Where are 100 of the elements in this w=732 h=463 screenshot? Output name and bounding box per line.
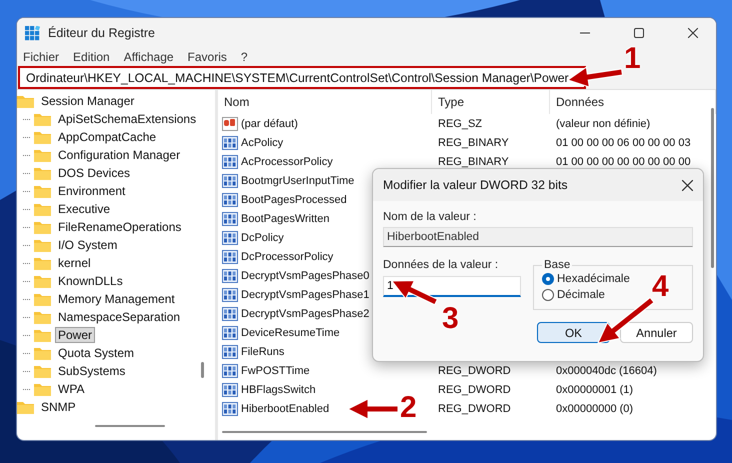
radio-label[interactable]: Hexadécimale (557, 273, 630, 285)
group-label: Base (543, 259, 572, 271)
binary-value-icon (222, 288, 238, 302)
tree-item[interactable]: SNMP (38, 399, 79, 415)
folder-icon (17, 94, 34, 108)
folder-icon (34, 202, 51, 216)
name-field[interactable]: HiberbootEnabled (383, 227, 693, 247)
tree-item[interactable]: Session Manager (38, 93, 138, 109)
folder-icon (34, 310, 51, 324)
value-name[interactable]: AcPolicy (241, 136, 284, 148)
folder-icon (34, 256, 51, 270)
menu-item[interactable]: Edition (73, 50, 110, 64)
radio-button[interactable] (542, 273, 554, 285)
tree-item[interactable]: FileRenameOperations (55, 219, 184, 235)
tree-item[interactable]: AppCompatCache (55, 129, 160, 145)
value-name[interactable]: FileRuns (241, 346, 284, 358)
tree-item[interactable]: Executive (55, 201, 114, 217)
address-field[interactable]: Ordinateur\HKEY_LOCAL_MACHINE\SYSTEM\CurrentControlSet\Control\Session Manager\Power (18, 66, 586, 89)
value-name[interactable]: BootmgrUserInputTime (241, 174, 354, 186)
tree-item[interactable]: ApiSetSchemaExtensions (55, 111, 200, 127)
table-cell-text: 0x000040dc (16604) (555, 364, 658, 376)
tree-item[interactable]: Quota System (55, 345, 138, 361)
binary-value-icon (222, 326, 238, 340)
value-name[interactable]: DcPolicy (241, 232, 284, 244)
dialog-button[interactable]: Annuler (620, 322, 693, 343)
value-name[interactable]: DeviceResumeTime (241, 326, 340, 338)
tree-item[interactable]: Environment (55, 183, 128, 199)
table-cell-text: REG_BINARY (437, 156, 510, 168)
tree-item[interactable]: KnownDLLs (55, 273, 126, 289)
scrollbar-thumb[interactable] (201, 362, 204, 378)
dialog-button[interactable]: OK (537, 322, 610, 343)
value-name[interactable]: FwPOSTTime (241, 364, 310, 376)
folder-icon (34, 274, 51, 288)
step-number: 3 (442, 304, 459, 334)
folder-icon (34, 184, 51, 198)
folder-icon (34, 382, 51, 396)
binary-value-icon (222, 268, 238, 282)
folder-icon (34, 238, 51, 252)
close-icon[interactable] (682, 180, 693, 190)
tree-item[interactable]: Power (55, 327, 96, 343)
value-name[interactable]: DecryptVsmPagesPhase1 (241, 288, 370, 300)
binary-value-icon (222, 154, 238, 168)
tree-item[interactable]: SubSystems (55, 363, 128, 379)
column-header[interactable]: Type (432, 90, 550, 114)
tree-item[interactable]: DOS Devices (55, 165, 134, 181)
table-cell-text: REG_DWORD (437, 364, 512, 376)
tree-item[interactable]: Configuration Manager (55, 147, 184, 163)
annotation-arrow (391, 279, 439, 306)
column-header[interactable]: Nom (218, 90, 432, 114)
folder-icon (34, 328, 51, 342)
folder-icon (34, 292, 51, 306)
value-name[interactable]: BootPagesWritten (241, 212, 330, 224)
table-cell-text: REG_SZ (437, 118, 484, 130)
binary-value-icon (222, 136, 238, 150)
value-name[interactable]: HBFlagsSwitch (241, 384, 316, 396)
menu-item[interactable]: Fichier (23, 50, 60, 64)
binary-value-icon (222, 364, 238, 378)
field-label: Nom de la valeur : (383, 211, 478, 223)
folder-icon (34, 112, 51, 126)
tree-item[interactable]: Memory Management (55, 291, 178, 307)
tree-item[interactable]: I/O System (55, 237, 120, 253)
value-name[interactable]: BootPagesProcessed (241, 194, 347, 206)
step-number: 2 (400, 393, 417, 423)
tree-item[interactable]: NamespaceSeparation (55, 309, 184, 325)
menu-item[interactable]: ? (240, 50, 248, 64)
binary-value-icon (222, 230, 238, 244)
table-cell-text: REG_DWORD (437, 384, 512, 396)
tree-item[interactable]: kernel (55, 255, 94, 271)
folder-icon (34, 364, 51, 378)
menu-item[interactable]: Affichage (124, 50, 174, 64)
binary-value-icon (222, 212, 238, 226)
scrollbar-thumb[interactable] (222, 431, 427, 433)
scrollbar-thumb[interactable] (95, 425, 165, 427)
folder-icon (34, 346, 51, 360)
binary-value-icon (222, 306, 238, 320)
table-cell-text: 01 00 00 00 00 00 00 00 00 (555, 156, 692, 168)
radio-button[interactable] (542, 289, 554, 301)
string-value-icon (222, 116, 238, 130)
value-name[interactable]: AcProcessorPolicy (241, 156, 333, 168)
value-name[interactable]: DcProcessorPolicy (241, 250, 334, 262)
folder-icon (34, 148, 51, 162)
value-name[interactable]: DecryptVsmPagesPhase0 (241, 270, 370, 282)
value-name[interactable]: DecryptVsmPagesPhase2 (241, 308, 370, 320)
value-name[interactable]: HiberbootEnabled (241, 402, 330, 414)
folder-icon (17, 400, 34, 414)
table-cell-text: 0x00000001 (1) (555, 384, 634, 396)
step-number: 4 (652, 272, 669, 302)
folder-icon (34, 130, 51, 144)
scrollbar-thumb[interactable] (711, 108, 714, 268)
close-icon (688, 28, 698, 38)
field-label: Données de la valeur : (383, 259, 500, 271)
binary-value-icon (222, 192, 238, 206)
maximize-icon (634, 28, 644, 38)
table-cell-text: 0x00000000 (0) (555, 402, 634, 414)
table-cell-text: (valeur non définie) (555, 118, 652, 130)
menu-item[interactable]: Favoris (188, 50, 227, 64)
window-title: Éditeur du Registre (48, 26, 156, 40)
radio-label[interactable]: Décimale (557, 289, 605, 301)
value-name[interactable]: (par défaut) (241, 118, 298, 130)
tree-item[interactable]: WPA (55, 381, 88, 397)
